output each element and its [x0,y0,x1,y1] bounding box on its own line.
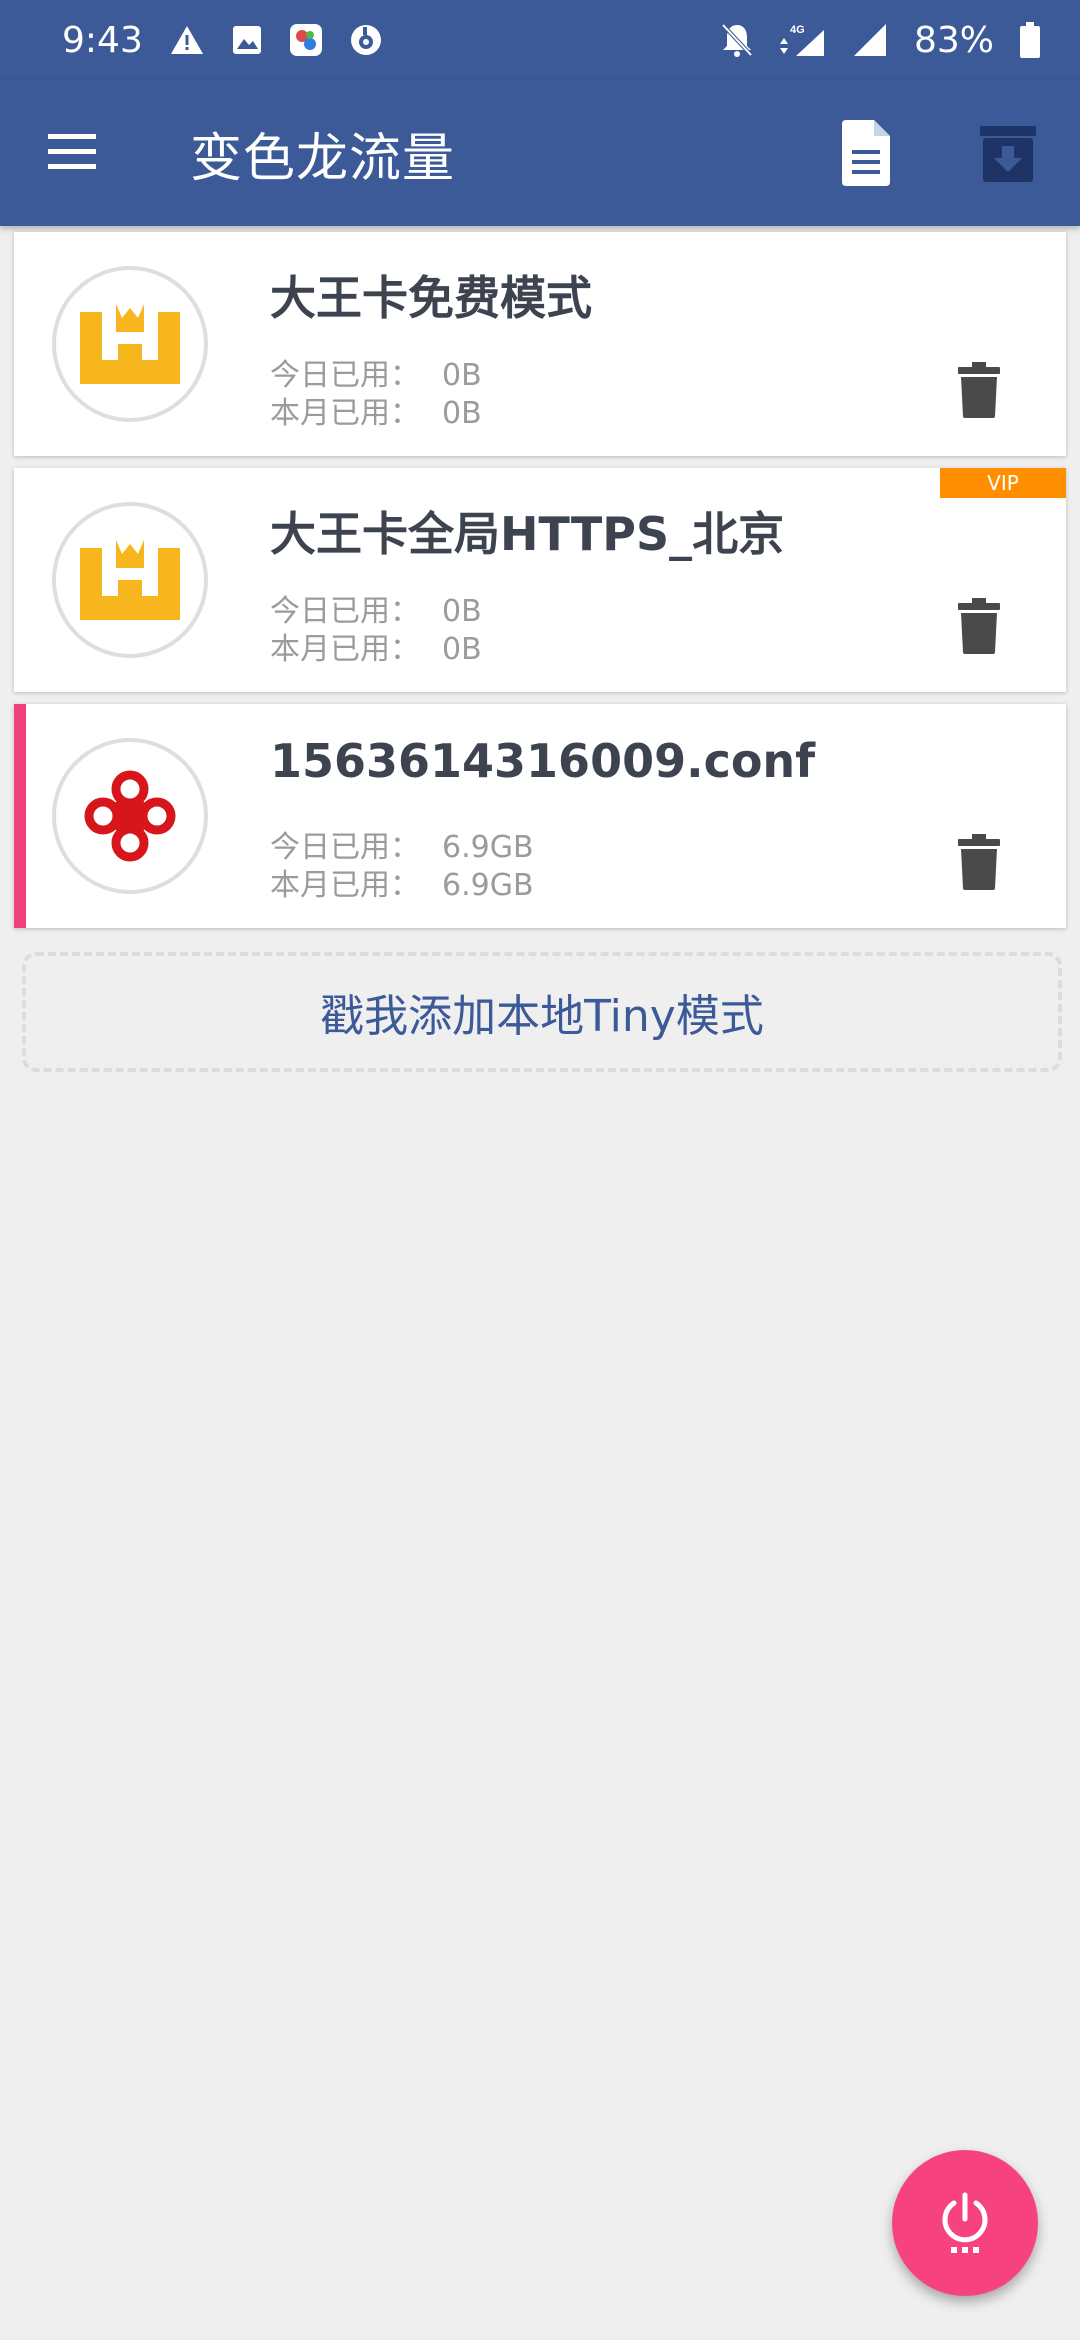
menu-icon[interactable] [44,124,100,180]
wangka-crown-logo [52,502,208,658]
month-usage-value: 6.9GB [442,868,534,903]
profile-card[interactable]: 大王卡免费模式 今日已用： 0B 本月已用： 0B [14,232,1066,456]
status-bar: 9:43 4G 83% [0,0,1080,80]
trash-icon[interactable] [958,598,1000,654]
network-label: 4G [790,24,805,36]
vip-badge: VIP [940,468,1066,498]
status-time: 9:43 [62,19,143,61]
profile-name: 大王卡全局HTTPS_北京 [270,507,785,561]
mute-bell-icon [721,23,753,57]
china-unicom-logo [52,738,208,894]
app-title: 变色龙流量 [190,129,456,189]
profile-name: 大王卡免费模式 [270,271,592,325]
image-icon [232,26,261,54]
power-icon [942,2192,988,2253]
wangka-crown-logo [52,266,208,422]
month-usage-value: 0B [442,396,482,431]
month-usage: 本月已用： 0B [270,624,482,668]
profile-card-active[interactable]: 1563614316009.conf 今日已用： 6.9GB 本月已用： 6.9GB [14,704,1066,928]
add-local-tiny-mode-button[interactable]: 戳我添加本地Tiny模式 [22,952,1062,1072]
battery-percent: 83% [913,19,994,61]
add-local-tiny-mode-label: 戳我添加本地Tiny模式 [320,991,764,1042]
signal-icon: 4G [779,24,824,56]
month-usage-value: 0B [442,632,482,667]
month-usage: 本月已用： 0B [270,388,482,432]
bird-icon [350,25,381,55]
month-usage: 本月已用： 6.9GB [270,860,534,904]
app-icon [289,24,322,56]
signal-strength-icon [853,24,886,56]
profile-name: 1563614316009.conf [270,734,816,788]
warning-icon [170,26,203,54]
archive-download-icon[interactable] [980,124,1036,184]
month-usage-label: 本月已用： [270,632,420,667]
active-indicator [14,704,26,928]
profile-card[interactable]: VIP 大王卡全局HTTPS_北京 今日已用： 0B 本月已用： 0B [14,468,1066,692]
trash-icon[interactable] [958,834,1000,890]
trash-icon[interactable] [958,362,1000,418]
document-icon[interactable] [838,120,894,186]
app-bar: 变色龙流量 [0,80,1080,226]
month-usage-label: 本月已用： [270,868,420,903]
battery-icon [1020,22,1040,58]
month-usage-label: 本月已用： [270,396,420,431]
power-fab-button[interactable] [892,2150,1038,2296]
